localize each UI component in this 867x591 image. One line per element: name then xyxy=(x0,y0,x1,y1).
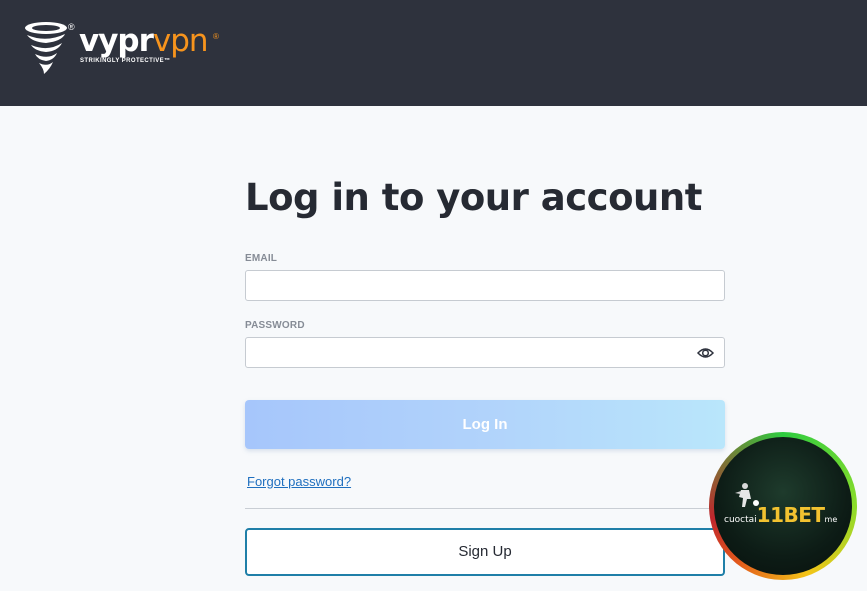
forgot-password-link[interactable]: Forgot password? xyxy=(247,474,351,489)
page-title: Log in to your account xyxy=(245,176,702,219)
registered-mark-2: ® xyxy=(213,32,219,41)
password-field[interactable] xyxy=(246,338,724,367)
email-field[interactable] xyxy=(246,271,724,300)
promo-badge[interactable]: cuoctai11BETme xyxy=(709,432,857,580)
header-bar: ® vyprvpn ® STRIKINGLY PROTECTIVE™ xyxy=(0,0,867,106)
email-label: EMAIL xyxy=(245,253,278,264)
promo-badge-inner: cuoctai11BETme xyxy=(714,437,852,575)
registered-mark: ® xyxy=(68,22,75,32)
vyprvpn-logo[interactable]: ® vyprvpn ® STRIKINGLY PROTECTIVE™ xyxy=(24,21,219,77)
password-label: PASSWORD xyxy=(245,320,305,331)
divider xyxy=(245,508,725,509)
promo-prefix: cuoctai xyxy=(724,515,757,525)
login-button[interactable]: Log In xyxy=(245,400,725,449)
vyprvpn-tornado-icon xyxy=(25,22,67,74)
signup-button[interactable]: Sign Up xyxy=(245,528,725,576)
promo-badge-text: cuoctai11BETme xyxy=(724,503,837,527)
brand-primary: vypr xyxy=(79,23,154,59)
eye-icon[interactable] xyxy=(697,346,714,360)
promo-suffix: me xyxy=(824,515,838,524)
brand-secondary: vpn xyxy=(152,23,209,59)
email-field-wrapper xyxy=(245,270,725,301)
logo-wordmark: vyprvpn xyxy=(79,22,209,60)
password-field-wrapper xyxy=(245,337,725,368)
promo-main: 11BET xyxy=(756,503,825,527)
logo-tagline: STRIKINGLY PROTECTIVE™ xyxy=(80,58,171,64)
